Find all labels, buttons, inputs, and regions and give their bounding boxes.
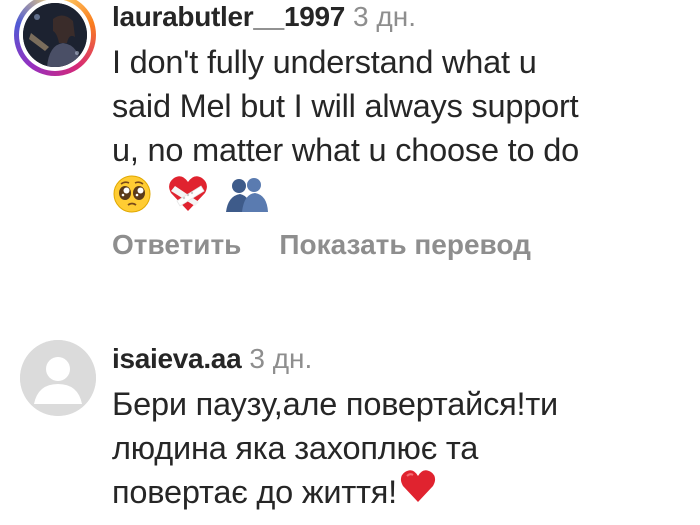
avatar-photo [23, 3, 87, 67]
comment-header: laurabutler__1997 3 дн. [112, 0, 690, 34]
comment-line: Бери паузу,але повертайся!ти [112, 386, 559, 422]
comment-text: I don't fully understand what u said Mel… [112, 40, 690, 218]
comment-actions: Ответить Показать перевод [112, 228, 690, 262]
show-translation-button[interactable]: Показать перевод [279, 228, 531, 262]
comments-list: laurabutler__1997 3 дн. I don't fully und… [0, 0, 700, 525]
red-heart-emoji-icon [399, 468, 437, 515]
avatar-with-story-ring[interactable] [14, 0, 96, 76]
timestamp: 3 дн. [249, 343, 313, 374]
username-link[interactable]: laurabutler__1997 [112, 1, 345, 32]
timestamp: 3 дн. [353, 1, 416, 32]
username-link[interactable]: isaieva.aa [112, 343, 242, 374]
emoji-row [112, 172, 690, 218]
comment-header: isaieva.aa 3 дн. [112, 342, 690, 376]
pleading-face-emoji-icon [112, 174, 152, 225]
comment-content: isaieva.aa 3 дн. Бери паузу,але повертайс… [112, 342, 690, 515]
comment-line: u, no matter what u choose to do [112, 132, 579, 168]
bandaged-heart-emoji-icon [167, 174, 209, 225]
comment-content: laurabutler__1997 3 дн. I don't fully und… [112, 0, 690, 262]
profile-photo-icon [23, 3, 87, 67]
reply-button[interactable]: Ответить [112, 228, 241, 262]
hugging-people-emoji-icon [224, 174, 270, 225]
comment-line-with-emoji: повертає до життя! [112, 470, 690, 515]
default-user-icon [20, 340, 96, 416]
comment-line: повертає до життя! [112, 474, 397, 510]
default-avatar[interactable] [20, 340, 96, 416]
comment-line: людина яка захоплює та [112, 430, 479, 466]
comment-text: Бери паузу,але повертайся!ти людина яка … [112, 382, 690, 515]
comment-line: I don't fully understand what u [112, 44, 537, 80]
comment-line: said Mel but I will always support [112, 88, 579, 124]
